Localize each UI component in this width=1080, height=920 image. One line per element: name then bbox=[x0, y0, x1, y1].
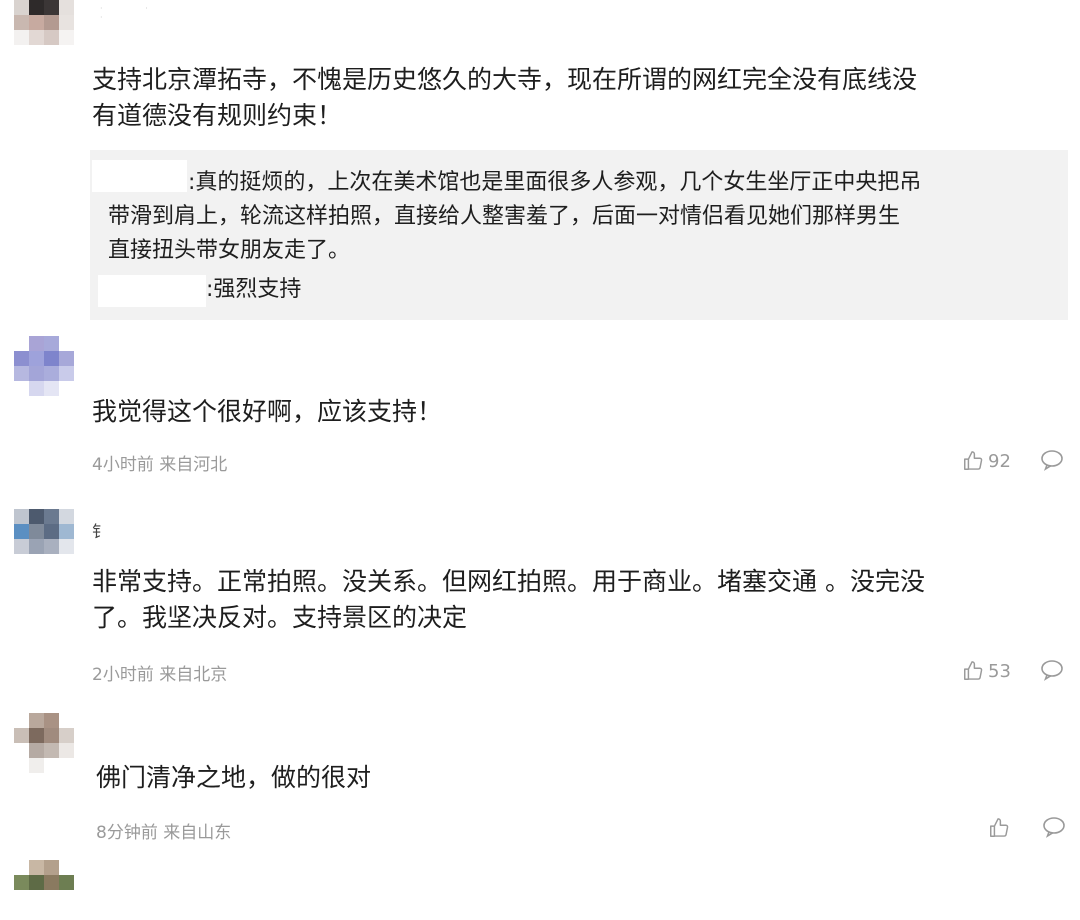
avatar[interactable] bbox=[14, 860, 74, 920]
comment-meta: 8分钟前 来自山东 bbox=[96, 823, 232, 843]
reply-line: :真的挺烦的，上次在美术馆也是里面很多人参观，几个女生坐厅正中央把吊 bbox=[188, 170, 922, 195]
thumbs-up-icon bbox=[962, 450, 984, 472]
like-count: 53 bbox=[988, 660, 1011, 682]
like-count: 92 bbox=[988, 450, 1011, 472]
comment-text: 佛门清净之地，做的很对 bbox=[96, 763, 372, 792]
comment-meta: 2小时前 来自北京 bbox=[92, 665, 228, 685]
comment-bubble-icon bbox=[1040, 449, 1064, 471]
reply-button[interactable] bbox=[1042, 816, 1066, 838]
reply-button[interactable] bbox=[1040, 449, 1064, 471]
comment-bubble-icon bbox=[1042, 816, 1066, 838]
like-button[interactable]: 53 bbox=[962, 660, 1011, 682]
reply-line: 直接扭头带女朋友走了。 bbox=[108, 238, 351, 263]
avatar[interactable] bbox=[14, 0, 74, 60]
comment-text: 支持北京潭拓寺，不愧是历史悠久的大寺，现在所谓的网红完全没有底线没 有道德没有规… bbox=[92, 65, 918, 130]
avatar[interactable] bbox=[14, 713, 74, 773]
redacted-nickname bbox=[92, 160, 187, 192]
redacted-nickname bbox=[98, 275, 206, 307]
comment-bubble-icon bbox=[1040, 659, 1064, 681]
like-button[interactable] bbox=[988, 817, 1014, 839]
avatar[interactable] bbox=[14, 509, 74, 569]
reply-line: 带滑到肩上，轮流这样拍照，直接给人整害羞了，后面一对情侣看见她们那样男生 bbox=[108, 204, 901, 229]
nickname-fragment: 钅 bbox=[92, 522, 109, 541]
comment-meta: 4小时前 来自河北 bbox=[92, 455, 228, 475]
avatar[interactable] bbox=[14, 336, 74, 396]
thumbs-up-icon bbox=[988, 817, 1010, 839]
reply-line: :强烈支持 bbox=[206, 277, 302, 302]
top-faint-marks: · · · bbox=[100, 4, 168, 22]
like-button[interactable]: 92 bbox=[962, 450, 1011, 472]
reply-button[interactable] bbox=[1040, 659, 1064, 681]
comment-text: 我觉得这个很好啊，应该支持！ bbox=[92, 397, 443, 426]
thumbs-up-icon bbox=[962, 660, 984, 682]
comment-text: 非常支持。正常拍照。没关系。但网红拍照。用于商业。堵塞交通 。没完没 了。我坚决… bbox=[92, 567, 925, 632]
